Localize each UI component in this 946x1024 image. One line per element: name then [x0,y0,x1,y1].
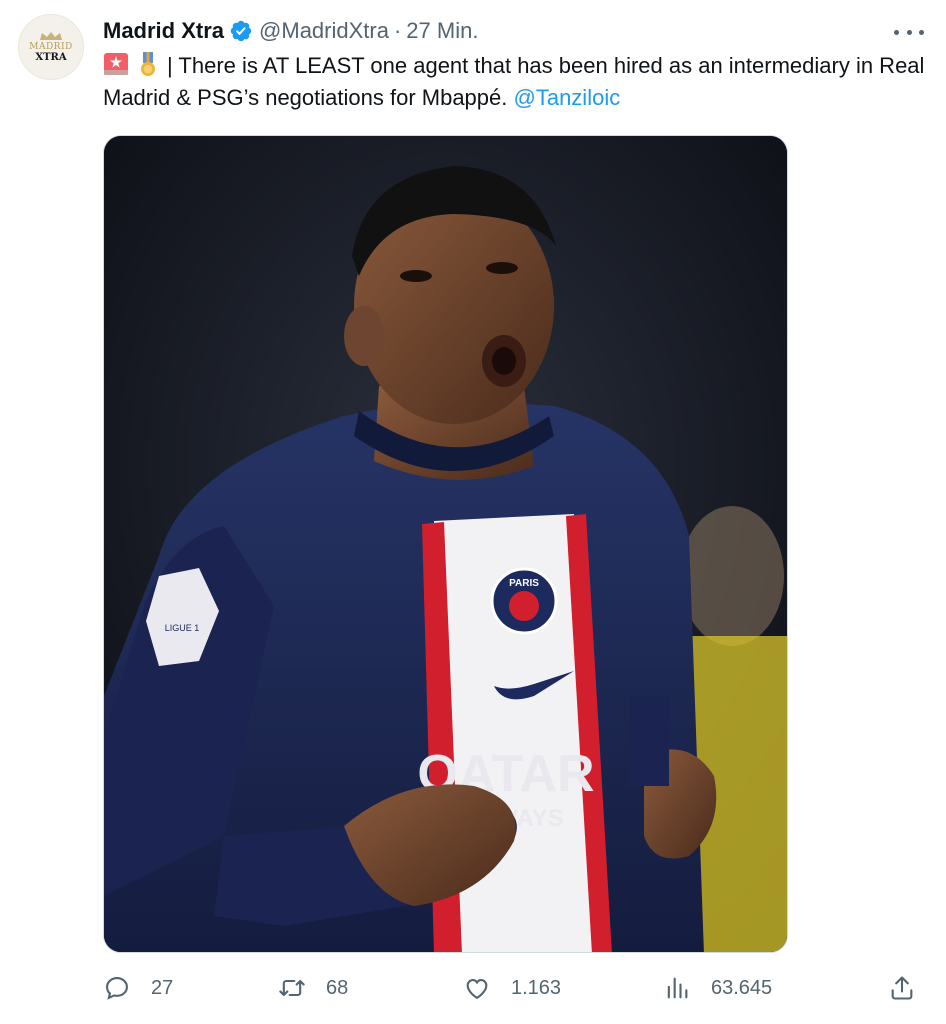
separator-dot: · [393,18,402,43]
rotating-light-icon [104,53,128,75]
badge-text: PARIS [509,578,539,589]
reply-button[interactable]: 27 [103,970,173,1006]
heart-icon [466,979,488,1000]
views-icon [667,977,688,999]
dot-1 [894,29,899,35]
tweet-photo[interactable]: PARIS LIGUE 1 QATAR AIRWAYS [103,135,788,953]
reply-count: 27 [151,976,174,999]
tweet-card[interactable]: MADRID XTRA Madrid Xtra @MadridXtra · 27… [0,0,946,1024]
share-button[interactable] [888,970,916,1006]
like-button[interactable]: 1.163 [463,970,561,1006]
timestamp[interactable]: 27 Min. [406,18,478,44]
tweet-body: | There is AT LEAST one agent that has b… [103,50,933,114]
user-handle[interactable]: @MadridXtra [259,18,389,44]
views-count: 63.645 [711,976,773,999]
crown-icon [40,32,62,40]
like-count: 1.163 [511,976,562,999]
reply-icon [106,977,128,1000]
avatar-text-bottom: XTRA [35,52,67,63]
views-button[interactable]: 63.645 [663,970,772,1006]
tweet-actions: 27 68 1.163 63.645 [103,970,923,1006]
dot-3 [919,29,924,35]
retweet-icon [279,979,305,997]
more-options-icon[interactable] [894,20,924,44]
tweet-header: Madrid Xtra @MadridXtra · 27 Min. [103,16,478,46]
sleeve-text: LIGUE 1 [165,623,200,633]
verified-badge-icon[interactable] [229,19,253,43]
player-photo: PARIS LIGUE 1 QATAR AIRWAYS [104,136,787,952]
avatar[interactable]: MADRID XTRA [18,14,84,80]
medal-icon [141,52,155,76]
avatar-text-top: MADRID [29,42,73,52]
mention-link[interactable]: @Tanziloic [514,85,621,110]
retweet-button[interactable]: 68 [278,970,348,1006]
share-icon [891,976,913,1000]
retweet-count: 68 [326,976,349,999]
dot-2 [906,29,912,35]
display-name[interactable]: Madrid Xtra [103,18,224,44]
